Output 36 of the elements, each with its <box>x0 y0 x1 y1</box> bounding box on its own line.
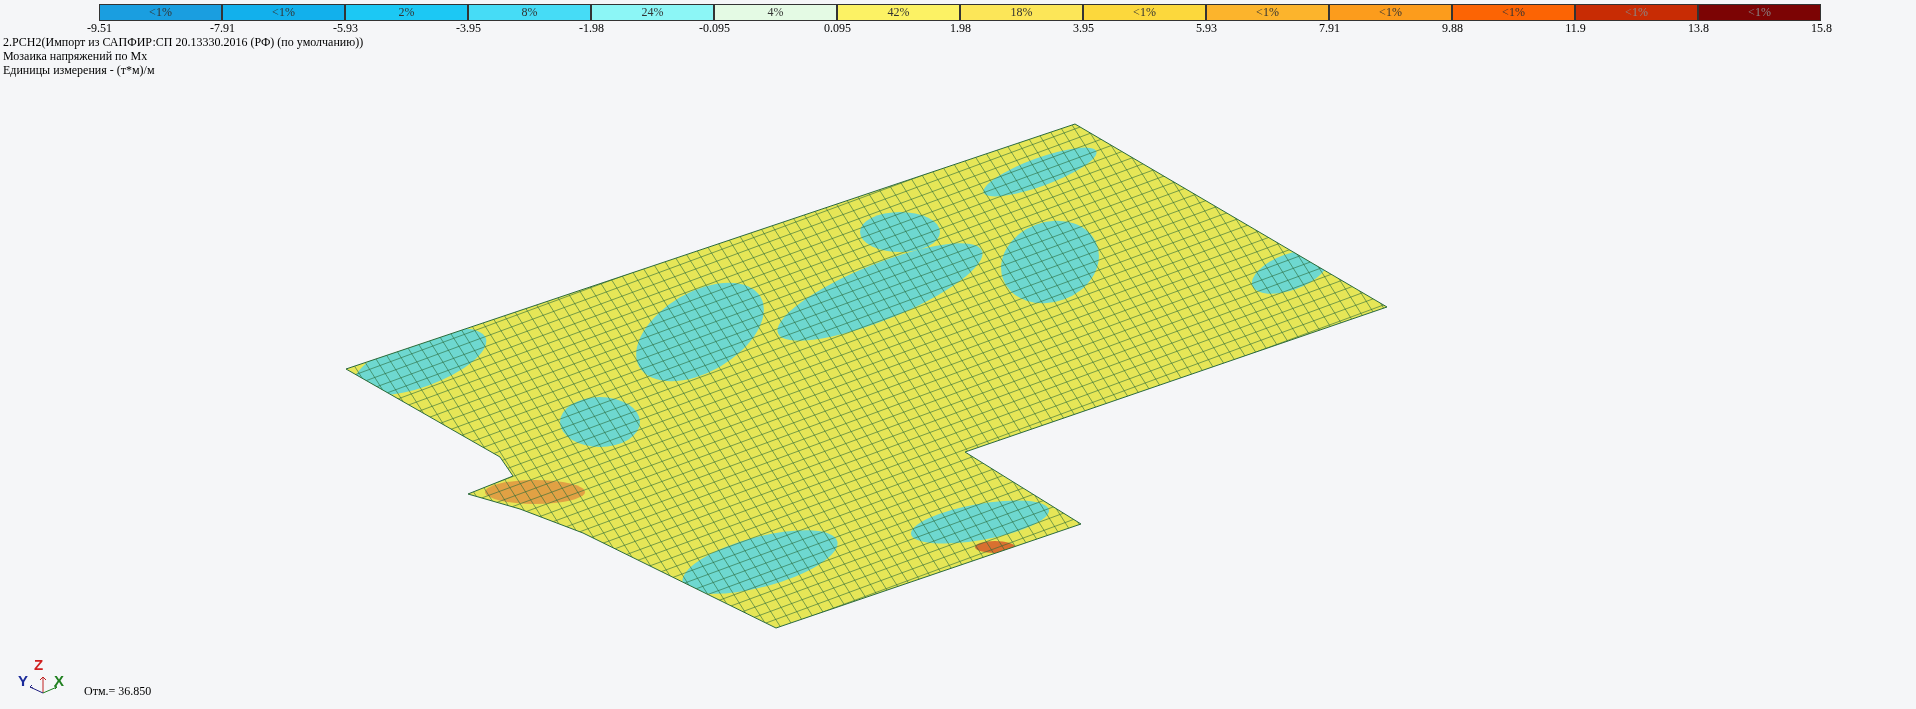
y-axis-label: Y <box>18 673 28 688</box>
info-text: Мозаика напряжений по Mx <box>3 49 149 63</box>
legend-cell: <1% <box>222 4 345 21</box>
legend-cell: 8% <box>468 4 591 21</box>
legend-tick-label: 11.9 <box>1564 21 1587 35</box>
legend-cell: <1% <box>1575 4 1698 21</box>
legend-tick-label: 1.98 <box>949 21 972 35</box>
z-axis-label: Z <box>34 657 44 672</box>
legend-cell: 24% <box>591 4 714 21</box>
info-text: Единицы измерения - (т*м)/м <box>3 63 156 77</box>
legend-tick-label: 7.91 <box>1318 21 1341 35</box>
legend-tick-label: -5.93 <box>332 21 359 35</box>
legend-cell: <1% <box>1698 4 1821 21</box>
legend-tick-label: 13.8 <box>1687 21 1710 35</box>
legend-cell: <1% <box>1206 4 1329 21</box>
legend-cell: 42% <box>837 4 960 21</box>
legend-tick-label: 15.8 <box>1810 21 1833 35</box>
legend-tick-label: -1.98 <box>578 21 605 35</box>
legend-cell: 2% <box>345 4 468 21</box>
info-text: 2.РСН2(Импорт из САПФИР:СП 20.13330.2016 (РФ) (по умолчанию)) <box>3 35 365 49</box>
legend-tick-label: 5.93 <box>1195 21 1218 35</box>
x-axis-label: X <box>54 673 64 688</box>
legend-tick-label: -3.95 <box>455 21 482 35</box>
legend-tick-label: 9.88 <box>1441 21 1464 35</box>
legend-tick-label: -9.51 <box>86 21 113 35</box>
legend-tick-label: 0.095 <box>823 21 852 35</box>
legend-cell: <1% <box>1083 4 1206 21</box>
legend-tick-label: -0.095 <box>698 21 731 35</box>
legend-cell: 4% <box>714 4 837 21</box>
legend-cell: 18% <box>960 4 1083 21</box>
legend-cell: <1% <box>1452 4 1575 21</box>
elevation-text: Отм.= 36.850 <box>84 684 152 699</box>
legend-cell: <1% <box>99 4 222 21</box>
legend-tick-label: 3.95 <box>1072 21 1095 35</box>
legend-cell: <1% <box>1329 4 1452 21</box>
legend-tick-label: -7.91 <box>209 21 236 35</box>
